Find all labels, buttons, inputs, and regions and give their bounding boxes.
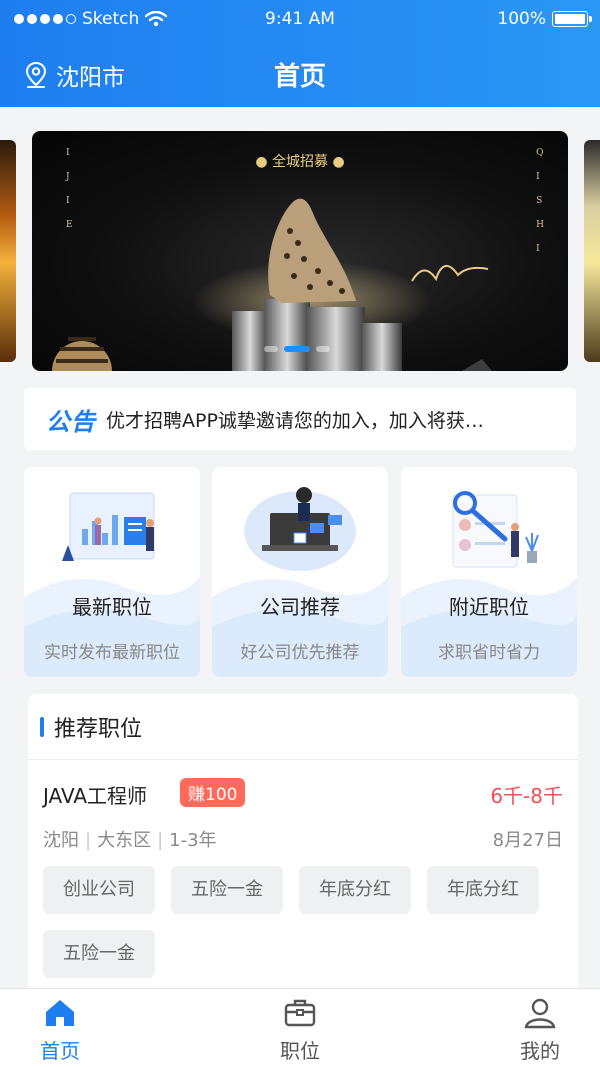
bottom-tab-bar: 首页 职位 我的	[0, 988, 600, 1067]
banner-dot[interactable]	[316, 346, 330, 352]
header: Sketch 9:41 AM 100% 沈阳市 首页	[0, 0, 600, 107]
job-tag: 年底分红	[299, 866, 411, 914]
feature-subtitle: 求职省时省力	[438, 643, 540, 663]
job-date: 8月27日	[492, 830, 563, 851]
battery-percent: 100%	[497, 9, 546, 29]
tab-label: 我的	[520, 1039, 560, 1063]
feature-card-company-recommend[interactable]: 公司推荐 好公司优先推荐	[212, 467, 388, 677]
feature-title: 附近职位	[449, 595, 529, 619]
home-icon	[46, 1000, 74, 1026]
page-title: 首页	[273, 62, 326, 92]
job-meta: 沈阳 | 大东区 | 1-3年	[43, 830, 217, 851]
tab-mine[interactable]: 我的	[490, 995, 590, 1064]
job-title: JAVA工程师	[43, 784, 148, 808]
chart-illustration-icon	[62, 492, 155, 561]
battery-icon	[552, 11, 592, 27]
feature-title: 最新职位	[72, 595, 152, 619]
job-experience: 1-3年	[169, 830, 217, 851]
announcement-bar[interactable]: 公告 优才招聘APP诚挚邀请您的加入，加入将获…	[24, 388, 576, 450]
feature-subtitle: 实时发布最新职位	[44, 643, 180, 663]
tab-label: 首页	[40, 1039, 80, 1063]
banner-pagination	[264, 346, 330, 352]
recommended-jobs-section: 推荐职位 JAVA工程师 赚100 6千-8千 沈阳 | 大东区 | 1-3年 8月27…	[28, 694, 578, 994]
banner-leopard-image	[52, 198, 492, 371]
tab-home[interactable]: 首页	[10, 995, 110, 1064]
feature-card-nearby-jobs[interactable]: 附近职位 求职省时省力	[401, 467, 577, 677]
tab-jobs[interactable]: 职位	[250, 995, 350, 1064]
banner-prev-peek[interactable]	[0, 140, 16, 362]
job-city: 沈阳	[43, 830, 79, 851]
tab-label: 职位	[280, 1039, 320, 1063]
banner-carousel[interactable]: I J I E Q I S H I ● 全城招募 ●	[32, 131, 568, 371]
job-tags: 创业公司 五险一金 年底分红 年底分红 五险一金	[43, 866, 573, 978]
job-salary: 6千-8千	[490, 784, 563, 808]
status-bar: Sketch 9:41 AM 100%	[0, 0, 600, 40]
job-tag: 五险一金	[43, 930, 155, 978]
feature-subtitle: 好公司优先推荐	[240, 643, 360, 663]
reward-badge: 赚100	[180, 778, 246, 807]
section-accent-bar	[40, 716, 44, 737]
job-tag: 创业公司	[43, 866, 155, 914]
banner-dot-active[interactable]	[284, 346, 310, 352]
feature-card-latest-jobs[interactable]: 最新职位 实时发布最新职位	[24, 467, 200, 677]
nav-bar: 沈阳市 首页	[0, 50, 600, 100]
job-district: 大东区	[97, 830, 152, 851]
feature-title: 公司推荐	[260, 595, 340, 619]
section-header: 推荐职位	[28, 694, 578, 760]
job-tag: 五险一金	[171, 866, 283, 914]
search-profile-illustration-icon	[452, 491, 539, 568]
job-tag: 年底分红	[427, 866, 539, 914]
banner-dot[interactable]	[264, 346, 278, 352]
laptop-illustration-icon	[244, 487, 356, 571]
announcement-text: 优才招聘APP诚挚邀请您的加入，加入将获…	[106, 409, 484, 432]
user-icon	[524, 998, 556, 1029]
banner-next-peek[interactable]	[584, 140, 600, 362]
announcement-tag: 公告	[46, 407, 96, 436]
briefcase-icon	[284, 999, 316, 1027]
section-title: 推荐职位	[54, 716, 143, 742]
